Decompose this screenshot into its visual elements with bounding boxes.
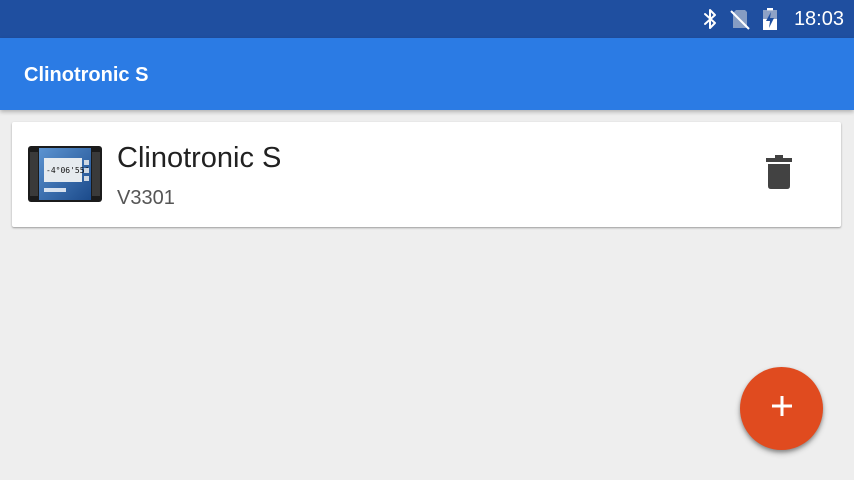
status-bar: 18:03: [0, 0, 854, 38]
battery-charging-icon: [760, 7, 780, 31]
add-device-button[interactable]: [740, 367, 823, 450]
bluetooth-icon: [700, 7, 720, 31]
status-icons: 18:03: [700, 0, 844, 38]
device-name: Clinotronic S: [117, 142, 282, 174]
trash-icon: [766, 154, 792, 194]
app-title: Clinotronic S: [24, 64, 149, 86]
plus-icon: [770, 394, 794, 423]
app-bar: Clinotronic S: [0, 38, 854, 110]
screen: 18:03 Clinotronic S -4°06'55" Clinotroni…: [0, 0, 854, 480]
no-sim-icon: [730, 7, 750, 31]
svg-text:-4°06'55": -4°06'55": [46, 166, 89, 175]
delete-button[interactable]: [757, 150, 801, 198]
device-card[interactable]: -4°06'55" Clinotronic S V3301: [12, 122, 841, 227]
device-serial: V3301: [117, 187, 175, 209]
device-image: -4°06'55": [28, 144, 102, 204]
status-time: 18:03: [793, 7, 844, 30]
